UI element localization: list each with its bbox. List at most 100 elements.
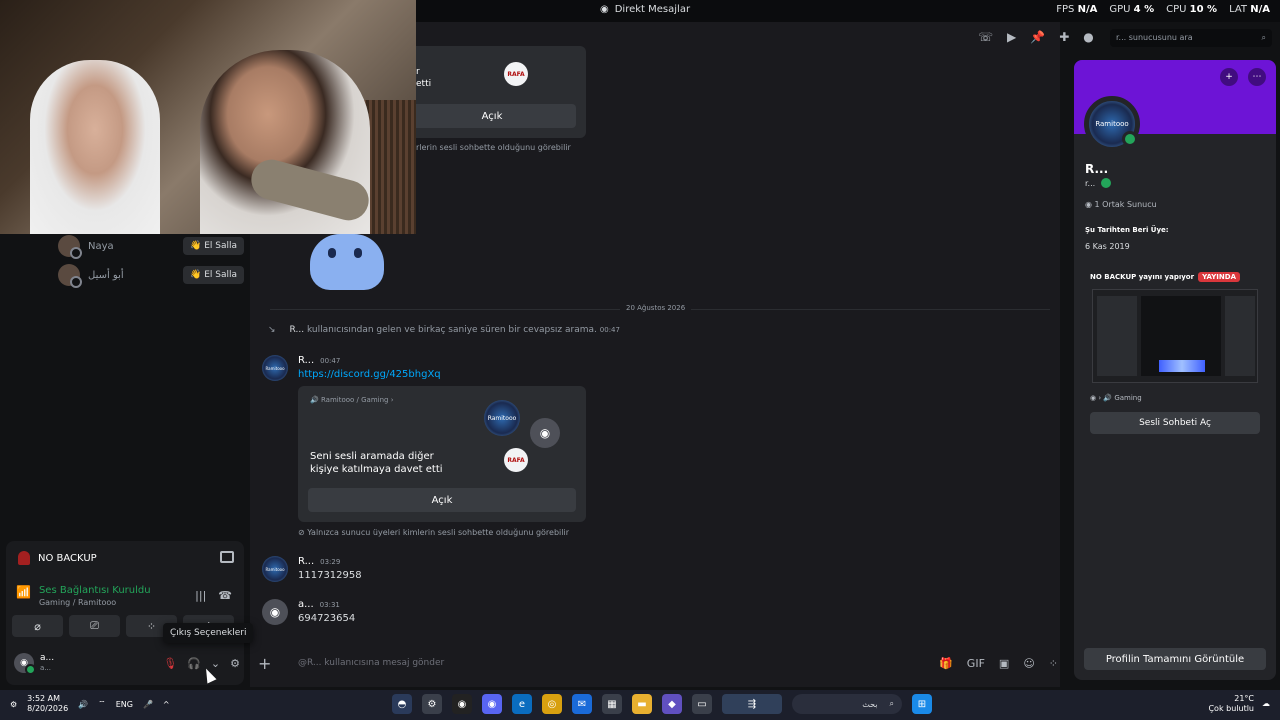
friend-row[interactable]: أبو أسيل 👋 El Salla [58,262,244,288]
mic-icon[interactable]: 🎤 [143,700,153,709]
profile-avatar[interactable]: Ramitooo [1084,96,1140,152]
discord-icon: ◉ [600,4,609,15]
member-since-label: Şu Tarihten Beri Üye: [1085,226,1169,234]
signal-icon[interactable]: 📶 [16,585,31,607]
taskbar-search[interactable]: بحث ⌕ [792,694,902,714]
voice-invite-embed: r etti RAFA Açık [398,46,586,138]
chevron-down-icon[interactable]: ⌄ [211,657,220,670]
message-time: 00:47 [320,357,341,365]
wave-button[interactable]: 👋 El Salla [183,266,244,284]
invite-link[interactable]: https://discord.gg/425bhgXq [298,369,441,380]
game-thumbnail-icon[interactable]: ⇶ [722,694,782,714]
camera-off-button[interactable]: ⌀ [12,615,63,637]
weather-widget[interactable]: 21°C Çok bulutlu ☁ [1208,694,1270,714]
join-button[interactable]: Açık [308,488,576,512]
message-input[interactable]: @R... kullanıcısına mesaj gönder [298,658,939,668]
message-author[interactable]: R... [298,556,314,567]
window-title-text: Direkt Mesajlar [614,4,691,15]
missed-call-icon: ↘ [268,325,276,335]
volume-icon[interactable]: 🔊 [78,700,88,709]
discord-logo-icon: ◉ [530,418,560,448]
user-controls: 🎙 🎧 ⌄ ⚙ [163,657,240,670]
friend-name: Naya [88,240,114,252]
avatar[interactable]: Ramitooo [262,556,288,582]
emoji-icon[interactable]: ☺ [1023,657,1034,670]
voice-channel[interactable]: Gaming / Ramitooo [39,598,151,607]
steam-icon[interactable]: ◓ [392,694,412,714]
wifi-icon[interactable]: ⌔ [98,699,106,709]
windows-start-icon[interactable]: ⊞ [912,694,932,714]
gpu-stat: GPU 4 % [1109,4,1155,15]
gift-icon[interactable]: 🎁 [939,657,953,670]
gear-icon[interactable]: ⚙ [230,657,240,670]
add-friend-icon[interactable]: ✚ [1059,30,1069,44]
settings-app-icon[interactable]: ⚙ [422,694,442,714]
profile-username: r... [1085,178,1112,188]
wave-button[interactable]: 👋 El Salla [183,237,244,255]
open-voice-chat-button[interactable]: Sesli Sohbeti Aç [1090,412,1260,434]
screen-share-button[interactable]: ⎚ [69,615,120,637]
voice-status[interactable]: Ses Bağlantısı Kuruldu [39,585,151,596]
mutual-servers[interactable]: ◉ 1 Ortak Sunucu [1085,200,1157,209]
live-icon [18,551,30,565]
pin-icon[interactable]: 📌 [1030,30,1045,44]
avatar[interactable]: Ramitooo [262,355,288,381]
chevron-up-icon[interactable]: ^ [163,700,170,709]
taskbar: ⚙ 3:52 AM 8/20/2026 🔊 ⌔ ENG 🎤 ^ ◓ ⚙ ◉ ◉ e… [0,690,1280,720]
profile-name: R... [1085,162,1109,176]
edge-icon[interactable]: e [512,694,532,714]
app-icon[interactable]: ◆ [662,694,682,714]
file-explorer-icon[interactable]: ▬ [632,694,652,714]
join-button[interactable]: Açık [408,104,576,128]
fps-stat: FPS N/A [1056,4,1098,15]
clock[interactable]: 3:52 AM 8/20/2026 [27,694,68,714]
screen-share-icon[interactable] [220,551,234,563]
gif-icon[interactable]: GIF [967,657,985,670]
message-time: 03:29 [320,558,341,566]
cloud-icon: ☁ [1262,699,1270,708]
attach-plus-icon[interactable]: + [258,654,278,673]
disconnect-icon[interactable]: ☎ [218,589,232,602]
apps-icon[interactable]: ⁘ [1049,657,1058,670]
noise-suppression-icon[interactable]: ||| [195,589,206,602]
user-profile-icon[interactable]: ● [1083,30,1093,44]
voice-call-icon[interactable]: ☏ [978,30,993,44]
app-root: ◉ Direkt Mesajlar FPS N/A GPU 4 % CPU 10… [0,0,1280,720]
date-divider: 20 Ağustos 2026 [270,304,1050,312]
stream-channel: ◉ › 🔊 Gaming [1090,394,1142,402]
chrome-icon[interactable]: ◎ [542,694,562,714]
user-avatar[interactable]: ◉ [14,653,36,675]
add-friend-icon[interactable]: + [1220,68,1238,86]
sticker-icon[interactable]: ▣ [999,657,1009,670]
stream-thumbnail[interactable] [1092,289,1258,383]
member-since-value: 6 Kas 2019 [1085,242,1130,251]
embed-header: 🔊 Ramitooo / Gaming › [310,396,394,404]
visibility-note: rlerin sesli sohbette olduğunu görebilir [416,143,571,152]
message-author[interactable]: a... [298,599,314,610]
webcam-overlay [0,0,416,234]
view-full-profile-button[interactable]: Profilin Tamamını Görüntüle [1084,648,1266,670]
github-icon[interactable]: ◉ [452,694,472,714]
message-author[interactable]: R... [298,355,314,366]
search-input[interactable]: r... sunucusunu ara ⌕ [1110,29,1272,47]
window-icon[interactable]: ▭ [692,694,712,714]
avatar[interactable]: ◉ [262,599,288,625]
video-call-icon[interactable]: ▶ [1007,30,1016,44]
headphones-icon[interactable]: 🎧 [187,657,201,670]
message-body: 694723654 [298,613,356,624]
discord-icon[interactable]: ◉ [482,694,502,714]
language-indicator[interactable]: ENG [116,700,133,709]
message-composer: + @R... kullanıcısına mesaj gönder 🎁 GIF… [258,652,1058,674]
mail-icon[interactable]: ✉ [572,694,592,714]
search-icon: ⌕ [1261,33,1266,42]
perf-overlay: FPS N/A GPU 4 % CPU 10 % LAT N/A [1056,4,1270,15]
settings-icon[interactable]: ⚙ [10,700,17,709]
mic-muted-icon[interactable]: 🎙 [163,657,177,670]
live-stream-title[interactable]: NO BACKUP [18,551,97,565]
user-name[interactable]: a... a... [40,653,54,673]
friend-row[interactable]: Naya 👋 El Salla [58,233,244,259]
taskbar-left: ⚙ 3:52 AM 8/20/2026 🔊 ⌔ ENG 🎤 ^ [10,694,170,714]
avatar [58,264,82,288]
more-options-icon[interactable]: ⋯ [1248,68,1266,86]
calculator-icon[interactable]: ▦ [602,694,622,714]
